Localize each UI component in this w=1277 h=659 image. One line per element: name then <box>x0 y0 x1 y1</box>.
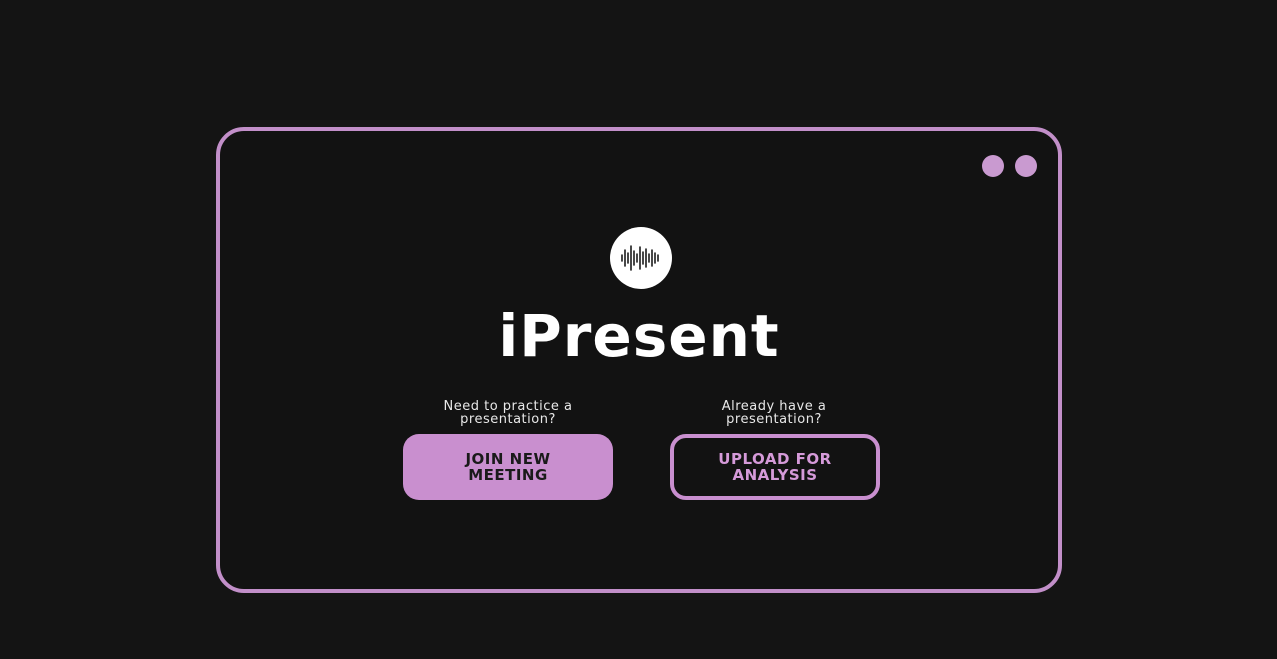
upload-for-analysis-label: UPLOAD FOR ANALYSIS <box>718 450 832 484</box>
join-new-meeting-button[interactable]: JOIN NEW MEETING <box>403 434 613 500</box>
soundwave-icon <box>621 245 659 271</box>
window-control-dot-1[interactable] <box>982 155 1004 177</box>
logo <box>610 227 672 289</box>
window-control-dot-2[interactable] <box>1015 155 1037 177</box>
upload-for-analysis-button[interactable]: UPLOAD FOR ANALYSIS <box>670 434 880 500</box>
app-title: iPresent <box>498 302 780 370</box>
upload-prompt: Already have a presentation? <box>721 399 827 427</box>
app-window: iPresent Need to practice a presentation… <box>216 127 1062 593</box>
practice-prompt: Need to practice a presentation? <box>443 399 573 427</box>
join-new-meeting-label: JOIN NEW MEETING <box>465 450 551 484</box>
